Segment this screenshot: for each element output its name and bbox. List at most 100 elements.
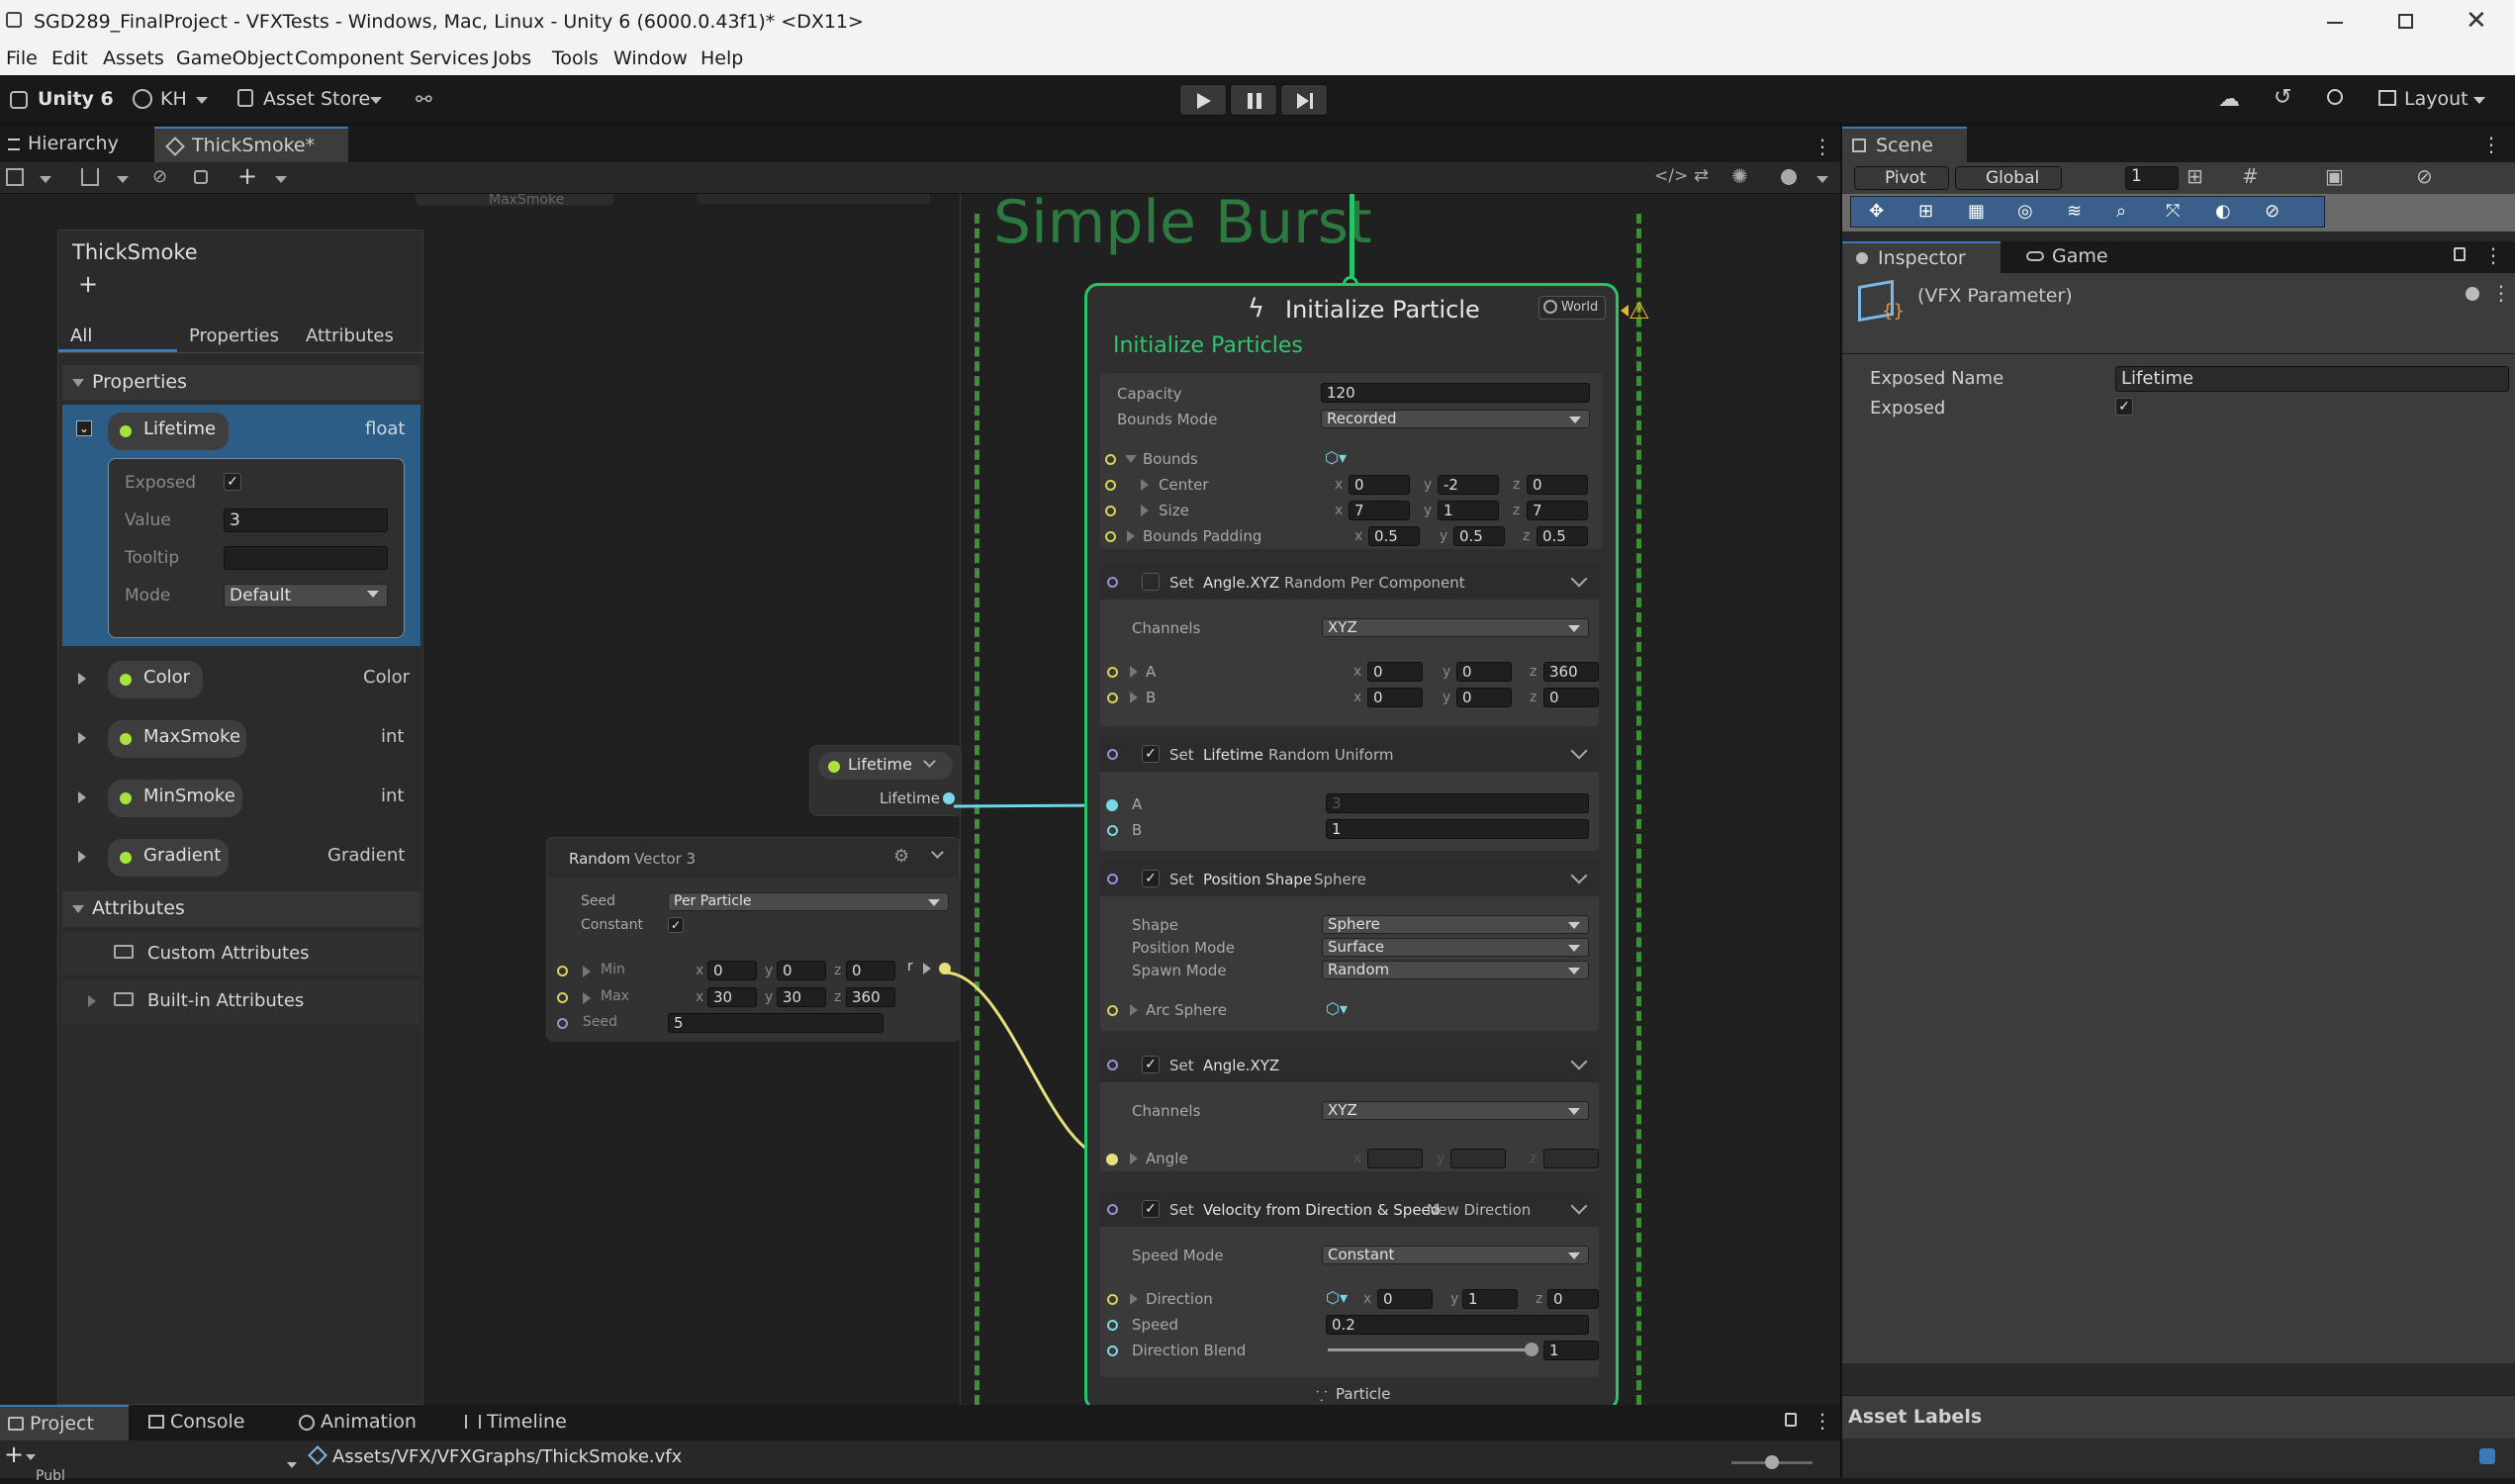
cloud-icon[interactable]: ☁	[2218, 87, 2240, 112]
property-gradient[interactable]: Gradient Gradient	[62, 830, 420, 885]
padding-y-field[interactable]: 0.5	[1453, 526, 1505, 546]
position-mode-dropdown[interactable]: Surface	[1322, 938, 1589, 957]
tooltip-field[interactable]	[224, 546, 388, 570]
bounds-padding-port[interactable]	[1105, 531, 1116, 542]
direction-blend-field[interactable]: 1	[1543, 1341, 1599, 1360]
move-tool-icon[interactable]: ✥	[1869, 201, 1884, 222]
import-dropdown-icon[interactable]	[117, 176, 129, 183]
direction-z-field[interactable]: 0	[1547, 1289, 1599, 1309]
lifetime-b-port[interactable]	[1107, 825, 1118, 836]
version-control-icon[interactable]: ⚯	[416, 87, 432, 111]
inspector-settings-icon[interactable]: ⋮	[2491, 281, 2511, 305]
builtin-expand-icon[interactable]	[88, 995, 96, 1007]
gizmos-icon[interactable]: ⊘	[2416, 164, 2433, 188]
history-icon[interactable]: ↺	[2274, 85, 2291, 110]
rect-tool-icon[interactable]: ⊞	[1918, 201, 1933, 222]
channels-dropdown-1[interactable]: XYZ	[1322, 618, 1589, 637]
exposed-name-field[interactable]: Lifetime	[2115, 366, 2509, 392]
scene-view[interactable]: ✥ ⊞ ▦ ◎ ≋ ⌕ ⤧ ◐ ⊘	[1842, 194, 2515, 232]
zoom-tool-icon[interactable]: ⌕	[2116, 201, 2126, 222]
direction-blend-port[interactable]	[1107, 1345, 1118, 1356]
orbit-tool-icon[interactable]: ⊘	[2265, 201, 2280, 222]
angle-expand-icon[interactable]	[1130, 1153, 1138, 1164]
menu-file[interactable]: File	[6, 47, 38, 69]
capacity-field[interactable]: 120	[1321, 383, 1590, 403]
menu-window[interactable]: Window	[613, 47, 688, 69]
maxsmoke-expand-icon[interactable]	[78, 732, 86, 744]
shape-dropdown[interactable]: Sphere	[1322, 915, 1589, 934]
block-position-activation-port[interactable]	[1107, 874, 1118, 884]
asset-store-dropdown-icon[interactable]	[370, 97, 382, 104]
sphere-tool-icon[interactable]: ◎	[2017, 201, 2033, 222]
project-add-dropdown-icon[interactable]	[26, 1454, 36, 1460]
center-port[interactable]	[1105, 480, 1116, 491]
inspector-exposed-checkbox[interactable]: ✓	[2115, 398, 2133, 416]
debug-icon[interactable]: ✺	[1731, 164, 1748, 188]
close-icon[interactable]: ✕	[2466, 6, 2487, 36]
custom-attributes-item[interactable]: Custom Attributes	[62, 933, 420, 976]
minsmoke-expand-icon[interactable]	[78, 791, 86, 803]
property-lifetime[interactable]: ⌄ Lifetime float Exposed ✓ Value 3 Toolt…	[62, 405, 420, 646]
value-field[interactable]: 3	[224, 509, 388, 532]
direction-blend-slider-thumb[interactable]	[1525, 1343, 1538, 1356]
size-port[interactable]	[1105, 506, 1116, 516]
snap-icon[interactable]: ⊞	[2187, 164, 2203, 188]
direction-expand-icon[interactable]	[1130, 1293, 1138, 1305]
blackboard[interactable]: ThickSmoke + All Properties Attributes P…	[57, 230, 424, 1405]
import-icon[interactable]	[81, 168, 99, 186]
lock-icon[interactable]	[194, 170, 208, 184]
project-tree-truncated[interactable]: Publ	[36, 1468, 65, 1484]
speed-mode-dropdown[interactable]: Constant	[1322, 1246, 1589, 1264]
block-position-toggle[interactable]: ✓	[1142, 870, 1160, 887]
search-icon[interactable]	[2327, 89, 2343, 105]
block-lifetime-toggle[interactable]: ✓	[1142, 745, 1160, 763]
asset-path[interactable]: Assets/VFX/VFXGraphs/ThickSmoke.vfx	[332, 1446, 682, 1467]
direction-blend-slider-track[interactable]	[1328, 1343, 1538, 1356]
mode-dropdown[interactable]: Default	[224, 584, 388, 607]
menu-gameobject[interactable]: GameObject	[176, 47, 293, 69]
menu-tools[interactable]: Tools	[552, 47, 599, 69]
blackboard-add-button[interactable]: +	[78, 270, 98, 298]
arc-sphere-port[interactable]	[1107, 1005, 1118, 1016]
size-expand-icon[interactable]	[1141, 505, 1149, 516]
code-icon[interactable]: </>	[1654, 166, 1688, 186]
asset-label-tag-icon[interactable]	[2479, 1448, 2495, 1464]
angle-b-port[interactable]	[1107, 693, 1118, 703]
maximize-icon[interactable]	[2398, 14, 2413, 29]
angle-a-x-field[interactable]: 0	[1367, 662, 1423, 682]
tab-animation[interactable]: Animation	[295, 1405, 433, 1440]
tab-thicksmoke[interactable]: ThickSmoke*	[154, 127, 348, 162]
layers-tool-icon[interactable]: ≋	[2067, 201, 2082, 222]
blackboard-tab-properties[interactable]: Properties	[189, 325, 279, 346]
lifetime-a-field[interactable]: 3	[1326, 793, 1589, 813]
tab-hierarchy[interactable]: Hierarchy	[0, 127, 150, 162]
block-angle-toggle[interactable]: ✓	[1142, 1056, 1160, 1073]
center-y-field[interactable]: -2	[1438, 475, 1499, 495]
graph-more-icon[interactable]: ⋮	[1813, 135, 1832, 158]
block-set-angle[interactable]: ✓ Set Angle.XYZ Channels XYZ Angle x y z	[1100, 1047, 1599, 1171]
asset-labels-section[interactable]: Asset Labels	[1842, 1395, 2515, 1438]
compile-icon[interactable]: ⇄	[1694, 165, 1709, 186]
add-node-icon[interactable]: +	[237, 162, 257, 190]
tab-inspector[interactable]: Inspector	[1842, 241, 2001, 273]
bounds-port[interactable]	[1105, 454, 1116, 465]
inspector-help-icon[interactable]	[2466, 287, 2479, 301]
properties-section-header[interactable]: Properties	[62, 365, 420, 401]
angle-a-expand-icon[interactable]	[1130, 666, 1138, 678]
layout-dropdown-icon[interactable]	[2473, 97, 2485, 104]
gradient-expand-icon[interactable]	[78, 851, 86, 863]
step-button[interactable]	[1280, 84, 1328, 116]
camera-tool-icon[interactable]: ◐	[2215, 201, 2231, 222]
speed-field[interactable]: 0.2	[1326, 1315, 1589, 1335]
block-set-lifetime[interactable]: ✓ Set Lifetime Random Uniform A 3 B 1	[1100, 736, 1599, 851]
blackboard-tab-attributes[interactable]: Attributes	[306, 325, 394, 346]
menu-edit[interactable]: Edit	[51, 47, 88, 69]
angle-b-expand-icon[interactable]	[1130, 692, 1138, 703]
block-velocity-activation-port[interactable]	[1107, 1204, 1118, 1215]
minimize-icon[interactable]	[2327, 22, 2343, 24]
center-expand-icon[interactable]	[1141, 479, 1149, 491]
project-more-icon[interactable]: ⋮	[1813, 1409, 1832, 1433]
link-icon[interactable]: ⊘	[152, 166, 167, 187]
tab-project[interactable]: Project	[0, 1405, 129, 1440]
warning-icon[interactable]: ⚠	[1629, 297, 1650, 325]
